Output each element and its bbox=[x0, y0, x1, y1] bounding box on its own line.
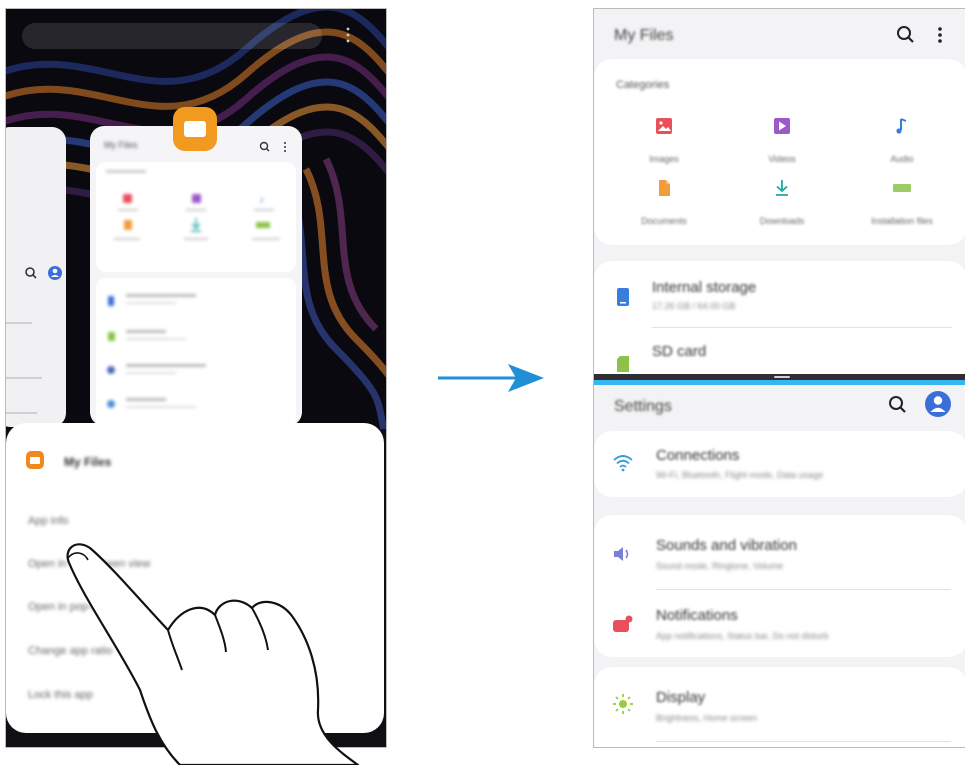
category-label: Images bbox=[649, 154, 679, 164]
settings-item-title: Display bbox=[656, 689, 706, 706]
category-images[interactable]: Images bbox=[616, 117, 712, 164]
settings-app-thumbnail[interactable] bbox=[6, 127, 66, 427]
svg-text:♪: ♪ bbox=[259, 195, 264, 206]
display-card[interactable]: Display Brightness, Home screen bbox=[594, 667, 965, 747]
notification-icon bbox=[613, 615, 633, 632]
search-icon bbox=[25, 266, 62, 280]
settings-item-title: Connections bbox=[656, 447, 740, 464]
apk-icon bbox=[893, 184, 911, 192]
settings-item-sub: Wi-Fi, Bluetooth, Flight mode, Data usag… bbox=[656, 470, 824, 480]
volume-icon bbox=[614, 547, 629, 561]
image-icon bbox=[656, 118, 672, 134]
wifi-icon bbox=[613, 455, 633, 472]
download-icon bbox=[776, 180, 788, 196]
my-files-app-icon[interactable] bbox=[173, 107, 217, 151]
settings-item-sub: App notifications, Status bar, Do not di… bbox=[656, 631, 829, 641]
thumbnail-storage-card bbox=[96, 278, 296, 426]
settings-item-title[interactable]: Notifications bbox=[656, 607, 738, 624]
category-label: Installation files bbox=[871, 216, 933, 226]
settings-item-sub: Sound mode, Ringtone, Volume bbox=[656, 561, 784, 571]
settings-title: Settings bbox=[614, 398, 672, 415]
divider-handle[interactable] bbox=[774, 376, 790, 378]
music-icon bbox=[896, 118, 907, 134]
more-options-icon[interactable] bbox=[934, 23, 946, 47]
split-screen-divider[interactable] bbox=[594, 374, 965, 385]
phone-storage-icon bbox=[617, 288, 629, 306]
thumbnail-categories-card: ♪ bbox=[96, 162, 296, 272]
document-icon bbox=[659, 180, 670, 196]
categories-card: Categories Images Videos Audio Documents… bbox=[594, 59, 965, 245]
category-label: Videos bbox=[768, 154, 796, 164]
menu-title: My Files bbox=[64, 455, 112, 469]
connections-card[interactable]: Connections Wi-Fi, Bluetooth, Flight mod… bbox=[594, 431, 965, 497]
hand-pointer-icon bbox=[66, 543, 360, 765]
my-files-title: My Files bbox=[614, 27, 674, 44]
category-documents[interactable]: Documents bbox=[616, 179, 712, 226]
category-videos[interactable]: Videos bbox=[734, 117, 830, 164]
brightness-icon bbox=[613, 694, 633, 714]
categories-header: Categories bbox=[616, 79, 670, 91]
storage-title[interactable]: Internal storage bbox=[652, 279, 756, 296]
profile-avatar-icon[interactable] bbox=[924, 390, 952, 418]
settings-item-title[interactable]: Sounds and vibration bbox=[656, 537, 797, 554]
storage-card: Internal storage 17.26 GB / 64.00 GB SD … bbox=[594, 261, 965, 391]
category-label: Downloads bbox=[759, 216, 805, 226]
split-screen-view: My Files Categories Images Videos Audio … bbox=[593, 8, 965, 748]
sd-card-icon bbox=[617, 356, 629, 372]
my-files-icon bbox=[26, 451, 44, 469]
sounds-notifications-card: Sounds and vibration Sound mode, Rington… bbox=[594, 515, 965, 657]
category-label: Audio bbox=[890, 154, 914, 164]
search-icon[interactable] bbox=[894, 23, 918, 47]
transition-arrow-icon bbox=[438, 364, 544, 392]
category-label: Documents bbox=[641, 216, 687, 226]
category-downloads[interactable]: Downloads bbox=[734, 179, 830, 226]
storage-title[interactable]: SD card bbox=[652, 343, 706, 360]
video-icon bbox=[774, 118, 790, 134]
category-installation-files[interactable]: Installation files bbox=[854, 179, 950, 226]
thumbnail-title: My Files bbox=[104, 140, 138, 150]
thumbnail-toolbar-icons bbox=[259, 141, 286, 152]
settings-item-sub: Brightness, Home screen bbox=[656, 713, 758, 723]
my-files-app-thumbnail[interactable]: My Files ♪ bbox=[90, 126, 302, 426]
search-icon[interactable] bbox=[886, 393, 910, 417]
category-audio[interactable]: Audio bbox=[854, 117, 950, 164]
storage-sub: 17.26 GB / 64.00 GB bbox=[652, 301, 736, 311]
